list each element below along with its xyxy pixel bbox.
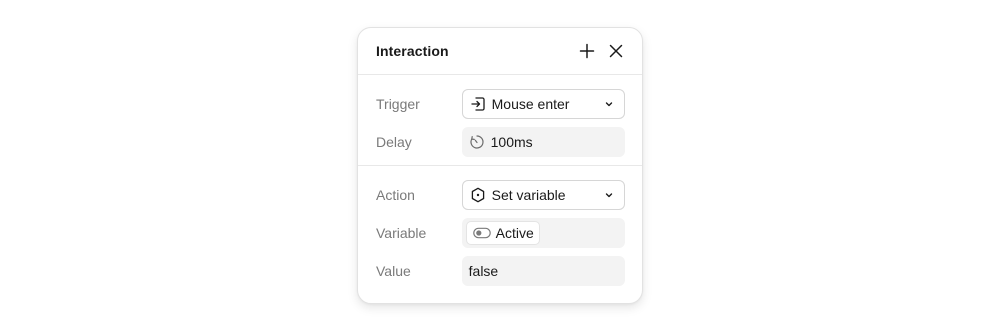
delay-label: Delay (376, 134, 412, 150)
variable-field: Active (461, 218, 625, 248)
close-button[interactable] (604, 39, 628, 63)
trigger-section: Trigger Mouse enter Delay 100ms (358, 75, 642, 166)
add-button[interactable] (575, 39, 599, 63)
chevron-down-icon (604, 190, 614, 200)
value-text: false (468, 263, 499, 279)
action-section: Action Set variable Variable Active Valu… (358, 166, 642, 286)
variable-label: Variable (376, 225, 427, 241)
chevron-down-icon (604, 99, 614, 109)
trigger-value: Mouse enter (491, 96, 570, 112)
panel-title: Interaction (376, 43, 449, 59)
variable-row: Variable Active (376, 218, 625, 248)
value-input[interactable]: false (461, 256, 625, 286)
value-row: Value false (376, 256, 625, 286)
delay-value: 100ms (490, 134, 533, 150)
action-row: Action Set variable (376, 180, 625, 210)
action-label: Action (376, 187, 415, 203)
close-icon (609, 44, 623, 58)
panel-header: Interaction (358, 28, 642, 75)
timer-icon (469, 134, 485, 150)
trigger-row: Trigger Mouse enter (376, 89, 625, 119)
hexagon-icon (470, 187, 486, 203)
plus-icon (579, 43, 595, 59)
interaction-panel: Interaction Trigger Mouse enter Delay 10… (357, 27, 643, 304)
variable-chip[interactable]: Active (465, 221, 540, 245)
action-select[interactable]: Set variable (461, 180, 625, 210)
trigger-label: Trigger (376, 96, 420, 112)
toggle-icon (472, 225, 491, 241)
action-value: Set variable (491, 187, 566, 203)
delay-input[interactable]: 100ms (461, 127, 625, 157)
trigger-select[interactable]: Mouse enter (461, 89, 625, 119)
value-label: Value (376, 263, 411, 279)
delay-row: Delay 100ms (376, 127, 625, 157)
enter-icon (470, 96, 486, 112)
variable-value: Active (495, 225, 534, 241)
